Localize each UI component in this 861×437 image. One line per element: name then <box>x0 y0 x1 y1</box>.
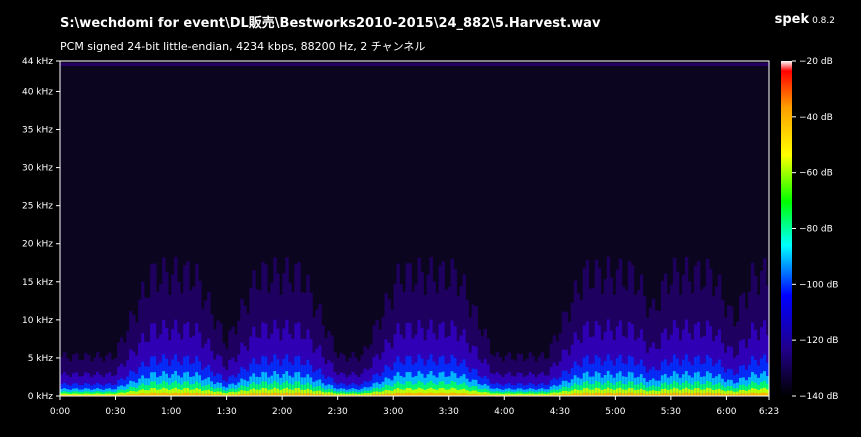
x-tick-label: 1:30 <box>216 407 236 417</box>
colorbar-tick-label: −100 dB <box>799 280 838 290</box>
y-tick-label: 25 kHz <box>22 202 53 212</box>
y-tick-label: 10 kHz <box>22 316 53 326</box>
spectrogram-cell <box>684 392 689 396</box>
x-tick-label: 5:00 <box>605 407 625 417</box>
colorbar <box>781 61 792 396</box>
y-tick-label: 44 kHz <box>22 57 53 67</box>
x-tick-label: 4:00 <box>494 407 514 417</box>
spectrogram-cell <box>174 392 178 396</box>
colorbar-axis: −20 dB −40 dB −60 dB −80 dB −100 dB −120 dB −1… <box>792 57 838 402</box>
spectrogram-cell <box>297 392 301 396</box>
spectrogram-cell <box>186 392 190 396</box>
y-tick-label: 5 kHz <box>28 354 54 364</box>
spectrogram-cell <box>705 392 710 396</box>
spectrogram-cell <box>696 392 701 396</box>
spectrogram-cell <box>606 392 611 396</box>
spectrogram-cell <box>762 392 767 396</box>
x-tick-label: 4:30 <box>550 407 570 417</box>
x-tick-label: 2:00 <box>272 407 292 417</box>
y-tick-label: 35 kHz <box>22 126 53 136</box>
x-tick-label: 0:30 <box>105 407 125 417</box>
spectrogram-cell <box>450 392 454 396</box>
spectrogram-cell <box>429 392 433 396</box>
time-axis: 0:00 0:30 1:00 1:30 2:00 2:30 3:00 3:30 4:00 4:30… <box>50 396 779 417</box>
spectrogram-chart: 0 kHz 5 kHz 10 kHz 15 kHz 20 kHz 25 kHz 30 kHz… <box>22 57 839 417</box>
y-tick-label: 20 kHz <box>22 240 53 250</box>
colorbar-tick-label: −60 dB <box>799 169 833 179</box>
spectrogram-cell <box>417 392 421 396</box>
spectrogram-top-band <box>60 63 769 66</box>
spectrogram-cell <box>441 392 445 396</box>
spectrogram-cell <box>585 392 590 396</box>
y-tick-label: 0 kHz <box>28 392 54 402</box>
x-tick-label: 1:00 <box>161 407 181 417</box>
x-tick-label: 0:00 <box>50 407 70 417</box>
colorbar-tick-label: −40 dB <box>799 113 833 123</box>
spectrogram-cell <box>594 392 599 396</box>
spectrogram-cell <box>627 392 632 396</box>
spectrogram-cell <box>273 392 277 396</box>
colorbar-tick-label: −20 dB <box>799 57 833 67</box>
colorbar-tick-label: −120 dB <box>799 336 838 346</box>
spectrogram-cell <box>672 392 677 396</box>
y-tick-label: 15 kHz <box>22 278 53 288</box>
x-tick-label: 3:00 <box>383 407 403 417</box>
colorbar-tick-label: −80 dB <box>799 225 833 235</box>
x-tick-label: 5:30 <box>661 407 681 417</box>
frequency-axis: 0 kHz 5 kHz 10 kHz 15 kHz 20 kHz 25 kHz 30 kHz… <box>22 57 60 402</box>
x-tick-label: 6:23 <box>759 407 779 417</box>
spectrogram-cell <box>261 392 265 396</box>
colorbar-tick-label: −140 dB <box>799 392 838 402</box>
y-tick-label: 40 kHz <box>22 87 53 97</box>
x-tick-label: 2:30 <box>328 407 348 417</box>
x-tick-label: 6:00 <box>716 407 736 417</box>
x-tick-label: 3:30 <box>439 407 459 417</box>
y-tick-label: 30 kHz <box>22 164 53 174</box>
spectrogram-cell <box>285 392 289 396</box>
spectrogram-cell <box>618 392 623 396</box>
spectrogram-cell <box>162 392 166 396</box>
